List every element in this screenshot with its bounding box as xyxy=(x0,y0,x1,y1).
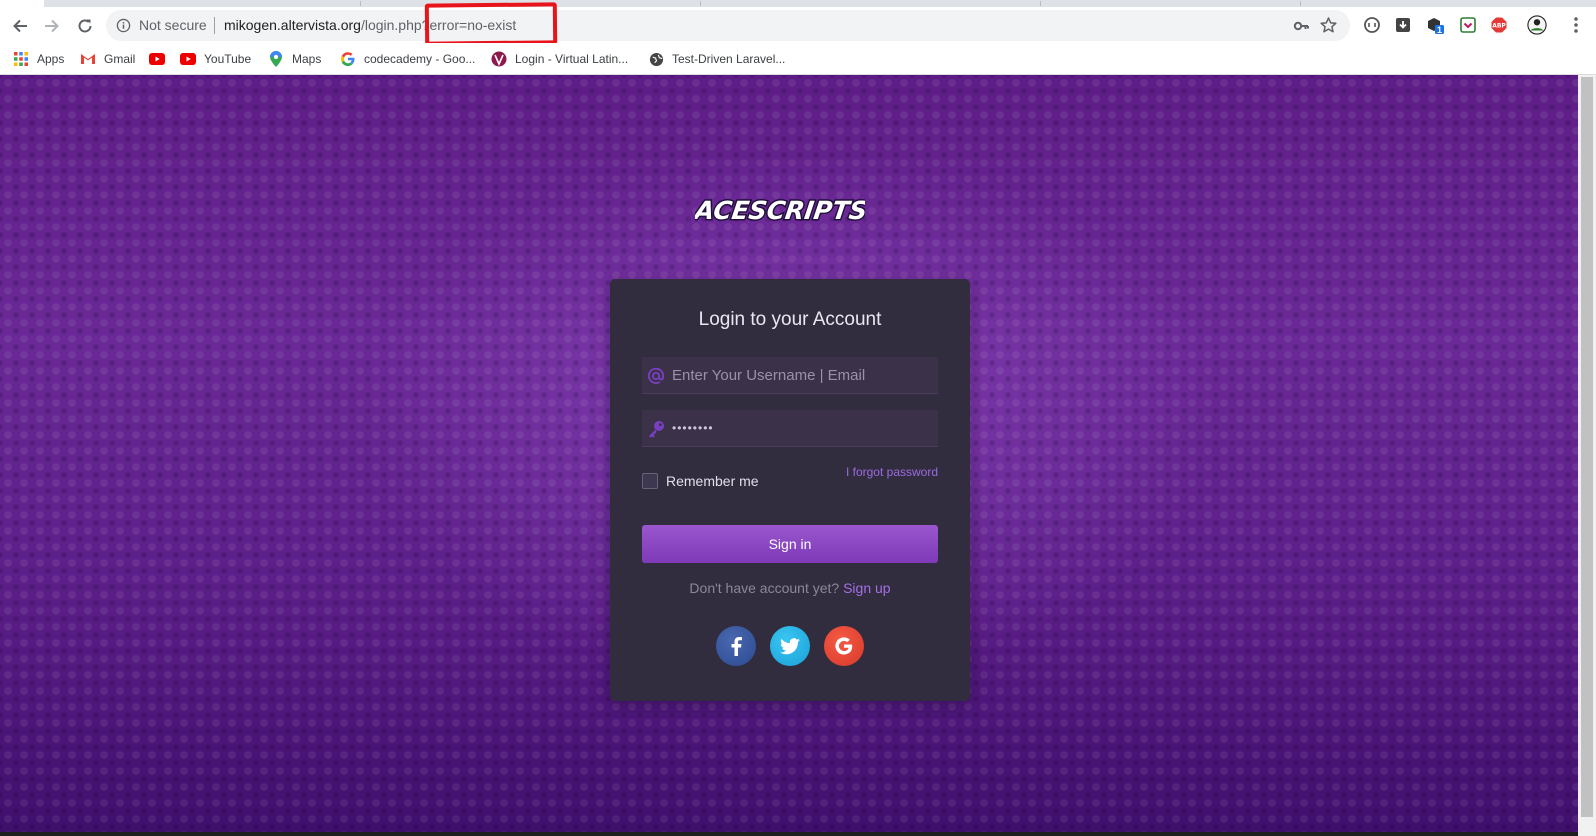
url-host: mikogen.altervista.org xyxy=(224,17,361,33)
adblock-icon: ABP xyxy=(1491,17,1507,33)
apps-grid-icon xyxy=(13,51,29,67)
tab-separator xyxy=(1300,1,1301,6)
tab-separator xyxy=(1040,1,1041,6)
scrollbar-thumb[interactable] xyxy=(1581,77,1593,817)
tab-separator xyxy=(700,1,701,6)
key-icon[interactable] xyxy=(1292,17,1310,35)
signup-prompt: Don't have account yet? xyxy=(689,580,840,596)
info-icon[interactable] xyxy=(116,18,131,33)
bookmark-star-icon[interactable] xyxy=(1319,16,1338,35)
bookmark-label: Maps xyxy=(292,52,322,66)
gmail-icon xyxy=(80,51,96,67)
logo-text: ACESCRIPTS xyxy=(695,196,865,225)
extension-button[interactable] xyxy=(1393,15,1413,35)
at-sign-icon xyxy=(646,366,666,386)
maps-pin-icon xyxy=(268,51,284,67)
omnibox-divider xyxy=(214,17,215,34)
forgot-password-link[interactable]: I forgot password xyxy=(846,465,938,479)
acescripts-logo: ACESCRIPTS xyxy=(695,195,865,227)
login-page-background: ACESCRIPTS Login to your Account Remembe… xyxy=(0,75,1578,836)
reload-icon xyxy=(78,19,92,33)
extension-button[interactable] xyxy=(1458,15,1478,35)
sign-up-link[interactable]: Sign up xyxy=(843,580,890,596)
back-arrow-icon xyxy=(13,19,27,33)
extension-badge: 1 xyxy=(1437,25,1443,35)
address-bar[interactable]: Not secure mikogen.altervista.org/login.… xyxy=(106,10,1350,41)
extension-button[interactable]: ABP xyxy=(1489,15,1509,35)
url-text[interactable]: mikogen.altervista.org/login.php?error=n… xyxy=(224,17,516,33)
sign-in-button[interactable]: Sign in xyxy=(642,525,938,563)
username-field[interactable] xyxy=(642,357,938,394)
twitter-icon xyxy=(780,637,800,654)
bookmark-label: Apps xyxy=(37,52,65,66)
back-button[interactable] xyxy=(7,13,33,39)
tab-strip xyxy=(0,0,1596,7)
security-status-text: Not secure xyxy=(139,17,207,33)
bookmark-label: Test-Driven Laravel... xyxy=(672,52,786,66)
password-field[interactable] xyxy=(642,410,938,447)
tab-separator xyxy=(360,1,361,6)
login-card: Login to your Account Remember me I forg… xyxy=(610,279,970,701)
bookmark-label: Gmail xyxy=(104,52,136,66)
facebook-icon xyxy=(731,637,742,656)
profile-avatar[interactable] xyxy=(1527,15,1547,35)
bookmark-label: codecademy - Goo... xyxy=(364,52,476,66)
bookmarks-bar: Apps Gmail YouTube Maps codecademy - Goo… xyxy=(0,43,1596,75)
browser-toolbar: Not secure mikogen.altervista.org/login.… xyxy=(0,7,1596,43)
bookmark-label: Login - Virtual Latin... xyxy=(515,52,629,66)
download-box-icon xyxy=(1396,18,1410,32)
facebook-login-button[interactable] xyxy=(716,626,756,666)
google-login-button[interactable] xyxy=(824,626,864,666)
bookmark-label: YouTube xyxy=(204,52,252,66)
youtube-icon xyxy=(180,51,196,67)
page-scrollbar[interactable] xyxy=(1578,75,1596,836)
extension-circle-icon xyxy=(1364,17,1380,33)
globe-icon xyxy=(648,51,664,67)
bookmark-apps[interactable]: Apps xyxy=(13,49,64,69)
signup-line: Don't have account yet? Sign up xyxy=(610,580,970,596)
bookmark-virtual-latin[interactable]: Login - Virtual Latin... xyxy=(491,49,628,69)
extension-button[interactable] xyxy=(1362,15,1382,35)
twitter-login-button[interactable] xyxy=(770,626,810,666)
avatar-icon xyxy=(1527,15,1547,35)
remember-me-control[interactable]: Remember me xyxy=(642,473,759,489)
active-tab[interactable] xyxy=(0,0,44,7)
site-logo-icon xyxy=(491,51,507,67)
bookmark-youtube-icon-only[interactable] xyxy=(149,49,173,69)
bookmark-youtube[interactable]: YouTube xyxy=(180,49,251,69)
google-g-icon xyxy=(340,51,356,67)
kebab-menu-icon xyxy=(1574,17,1578,33)
google-icon xyxy=(835,637,853,655)
extension-button[interactable]: 1 xyxy=(1425,15,1445,35)
youtube-icon xyxy=(149,51,165,67)
bookmark-maps[interactable]: Maps xyxy=(268,49,321,69)
forward-arrow-icon xyxy=(45,19,59,33)
username-input[interactable] xyxy=(672,357,934,393)
svg-text:ABP: ABP xyxy=(1492,23,1506,30)
bookmark-codecademy[interactable]: codecademy - Goo... xyxy=(340,49,475,69)
browser-menu-button[interactable] xyxy=(1566,15,1586,35)
remember-me-checkbox[interactable] xyxy=(642,473,658,489)
pocket-icon xyxy=(1460,17,1476,33)
password-input[interactable] xyxy=(672,410,934,446)
url-path: /login.php?error=no-exist xyxy=(360,17,517,33)
remember-me-label: Remember me xyxy=(666,473,759,489)
bookmark-test-driven-laravel[interactable]: Test-Driven Laravel... xyxy=(648,49,785,69)
bookmark-gmail[interactable]: Gmail xyxy=(80,49,135,69)
login-title: Login to your Account xyxy=(698,309,882,330)
reload-button[interactable] xyxy=(72,13,98,39)
key-icon xyxy=(646,419,666,439)
window-bottom-edge xyxy=(0,832,1578,836)
forward-button[interactable] xyxy=(39,13,65,39)
